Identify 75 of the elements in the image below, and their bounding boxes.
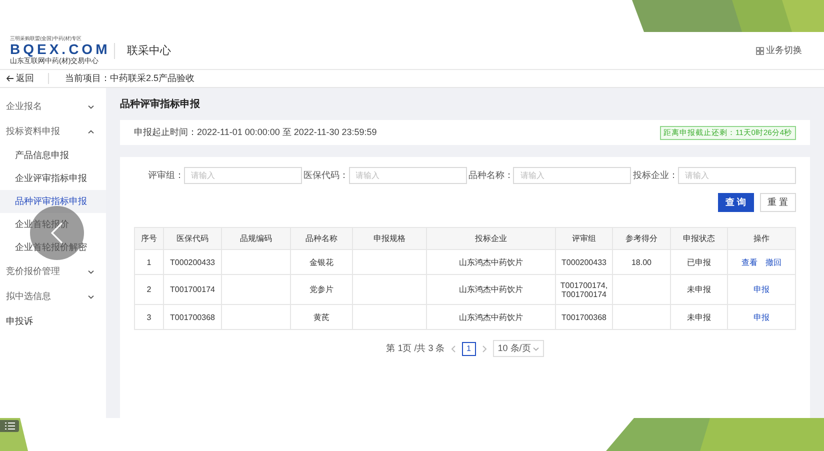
- filter-label: 医保代码：: [304, 169, 349, 182]
- filter-label: 评审组：: [148, 169, 184, 182]
- site-title: 联采中心: [127, 44, 171, 58]
- sidebar-item[interactable]: 品种评审指标申报: [0, 190, 106, 213]
- table-cell: 2: [134, 274, 164, 304]
- column-header: 申报状态: [670, 228, 728, 250]
- table-cell: 未申报: [670, 304, 728, 330]
- table-cell: 18.00: [612, 250, 670, 274]
- list-icon: [4, 422, 14, 430]
- page-summary: 第 1页 /共 3 条: [386, 342, 445, 355]
- filter-label: 投标企业：: [632, 169, 678, 182]
- table-cell: 党参片: [290, 274, 352, 304]
- page-title: 品种评审指标申报: [120, 97, 201, 112]
- filter-input[interactable]: 请输入: [678, 167, 796, 184]
- logo-brand: BQEX.COM: [10, 42, 110, 56]
- column-header: 医保代码: [164, 228, 222, 250]
- filter-input[interactable]: 请输入: [184, 167, 302, 184]
- action-link[interactable]: 申报: [754, 285, 770, 294]
- sidebar-group[interactable]: 拟中选信息: [0, 284, 106, 309]
- sidebar-item[interactable]: 企业评审指标申报: [0, 167, 106, 190]
- search-button[interactable]: 查 询: [718, 193, 754, 212]
- table-cell: 山东鸿杰中药饮片: [426, 304, 556, 330]
- table-cell: T001700368: [556, 304, 612, 330]
- column-header: 品种名称: [290, 228, 352, 250]
- table-cell: T001700174: [164, 274, 222, 304]
- table-cell: [222, 250, 290, 274]
- chevron-down-icon: [532, 346, 539, 350]
- sidebar-group-label: 投标资料申报: [6, 125, 60, 138]
- table-cell: 3: [134, 304, 164, 330]
- column-header: 序号: [134, 228, 164, 250]
- table-cell: 山东鸿杰中药饮片: [426, 274, 556, 304]
- column-header: 操作: [728, 228, 796, 250]
- table-cell: 金银花: [290, 250, 352, 274]
- filter-input[interactable]: 请输入: [348, 167, 467, 184]
- sidebar-group[interactable]: 竞价报价管理: [0, 259, 106, 284]
- table-cell: [612, 304, 670, 330]
- sidebar-item[interactable]: 申投诉: [0, 309, 106, 334]
- sidebar-group[interactable]: 企业报名: [0, 94, 106, 119]
- column-header: 投标企业: [426, 228, 556, 250]
- back-link[interactable]: 返回: [6, 72, 34, 85]
- sidebar-group-label: 竞价报价管理: [6, 265, 60, 278]
- table-cell: T000200433: [556, 250, 612, 274]
- column-header: 评审组: [556, 228, 612, 250]
- current-project: 当前项目：中药联采2.5产品验收: [65, 72, 195, 85]
- table-cell: 已申报: [670, 250, 728, 274]
- sidebar-group-label: 企业报名: [6, 100, 42, 113]
- switch-link[interactable]: 业务切换: [756, 44, 802, 57]
- back-arrow-icon: [6, 75, 14, 82]
- table-cell: [612, 274, 670, 304]
- page-size-select[interactable]: 10 条/页: [492, 340, 544, 357]
- grid-icon: [756, 46, 764, 54]
- filter-label: 品种名称：: [468, 169, 514, 182]
- table-cell: T001700174, T001700174: [556, 274, 612, 304]
- period-text: 申报起止时间：2022-11-01 00:00:00 至 2022-11-30 23:59:59: [134, 126, 377, 139]
- table-cell: 1: [134, 250, 164, 274]
- table-cell: T000200433: [164, 250, 222, 274]
- column-header: 参考得分: [612, 228, 670, 250]
- action-link[interactable]: 撤回: [766, 258, 782, 266]
- table-cell: 黄芪: [290, 304, 352, 330]
- sidebar-group[interactable]: 投标资料申报: [0, 119, 106, 144]
- sidebar-item[interactable]: 产品信息申报: [0, 144, 106, 167]
- page-number[interactable]: 1: [462, 342, 476, 356]
- table-cell: 山东鸿杰中药饮片: [426, 250, 556, 274]
- table-cell: [222, 274, 290, 304]
- column-header: 品规编码: [222, 228, 290, 250]
- table-cell: T001700368: [164, 304, 222, 330]
- table-cell: [222, 304, 290, 330]
- sidebar-group-label: 拟中选信息: [6, 290, 51, 303]
- action-link[interactable]: 申报: [754, 312, 770, 322]
- action-link[interactable]: 查看: [742, 258, 758, 266]
- table-cell: 未申报: [670, 274, 728, 304]
- column-header: 申报规格: [352, 228, 426, 250]
- menu-button[interactable]: [0, 420, 19, 432]
- reset-button[interactable]: 重 置: [760, 193, 796, 212]
- filter-input[interactable]: 请输入: [513, 167, 632, 184]
